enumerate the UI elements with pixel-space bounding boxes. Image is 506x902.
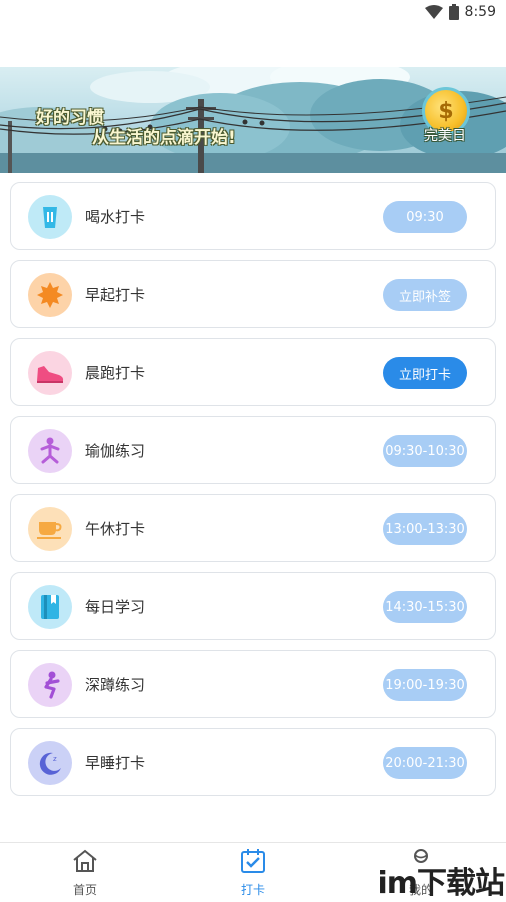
coffee-cup-icon	[28, 507, 72, 551]
task-card-yoga[interactable]: 瑜伽练习 09:30-10:30	[10, 416, 496, 484]
tab-checkin-label: 打卡	[240, 883, 265, 897]
task-label: 早睡打卡	[85, 754, 146, 772]
yoga-icon	[28, 429, 72, 473]
task-label: 早起打卡	[85, 286, 146, 304]
task-label: 每日学习	[85, 598, 146, 616]
task-card-squat[interactable]: 深蹲练习 19:00-19:30	[10, 650, 496, 718]
task-action-button[interactable]: 13:00-13:30	[383, 513, 467, 545]
task-action-button[interactable]: 立即补签	[383, 279, 467, 311]
calendar-check-icon	[241, 849, 265, 873]
tab-checkin[interactable]: 打卡	[213, 847, 293, 898]
svg-text:z: z	[53, 755, 57, 763]
task-label: 深蹲练习	[85, 676, 146, 694]
battery-icon	[448, 4, 459, 20]
banner-slogan-line2: 从生活的点滴开始!	[92, 128, 236, 148]
water-cup-icon	[28, 195, 72, 239]
perfect-day-label: 完美日	[424, 128, 466, 144]
task-label: 晨跑打卡	[85, 364, 146, 382]
task-action-button[interactable]: 立即打卡	[383, 357, 467, 389]
task-card-morning-run[interactable]: 晨跑打卡 立即打卡	[10, 338, 496, 406]
task-action-button[interactable]: 19:00-19:30	[383, 669, 467, 701]
task-card-sleep[interactable]: z 早睡打卡 20:00-21:30	[10, 728, 496, 796]
tab-home[interactable]: 首页	[45, 847, 125, 898]
task-action-button[interactable]: 09:30-10:30	[383, 435, 467, 467]
task-card-early-rise[interactable]: 早起打卡 立即补签	[10, 260, 496, 328]
home-icon	[73, 849, 97, 872]
task-action-button[interactable]: 14:30-15:30	[383, 591, 467, 623]
task-action-button[interactable]: 20:00-21:30	[383, 747, 467, 779]
squat-icon	[28, 663, 72, 707]
task-label: 瑜伽练习	[85, 442, 146, 460]
checkin-task-list: 喝水打卡 09:30 早起打卡 立即补签 晨跑打卡 立即打卡 瑜伽练习 09:3…	[10, 182, 496, 806]
perfect-day-badge[interactable]: $ 完美日	[416, 87, 474, 167]
watermark-text: im下载站	[377, 866, 505, 901]
task-card-water[interactable]: 喝水打卡 09:30	[10, 182, 496, 250]
task-label: 喝水打卡	[85, 208, 146, 226]
moon-icon: z	[28, 741, 72, 785]
running-shoe-icon	[28, 351, 72, 395]
wifi-icon	[424, 5, 443, 19]
status-bar: 8:59	[0, 0, 506, 28]
tab-home-label: 首页	[72, 883, 97, 897]
task-label: 午休打卡	[85, 520, 146, 538]
status-right: 8:59	[424, 4, 496, 20]
banner: 好的习惯 从生活的点滴开始! $ 完美日	[0, 67, 506, 173]
task-card-study[interactable]: 每日学习 14:30-15:30	[10, 572, 496, 640]
book-icon	[28, 585, 72, 629]
sun-icon	[28, 273, 72, 317]
task-card-nap[interactable]: 午休打卡 13:00-13:30	[10, 494, 496, 562]
status-time: 8:59	[464, 4, 496, 20]
task-action-button[interactable]: 09:30	[383, 201, 467, 233]
